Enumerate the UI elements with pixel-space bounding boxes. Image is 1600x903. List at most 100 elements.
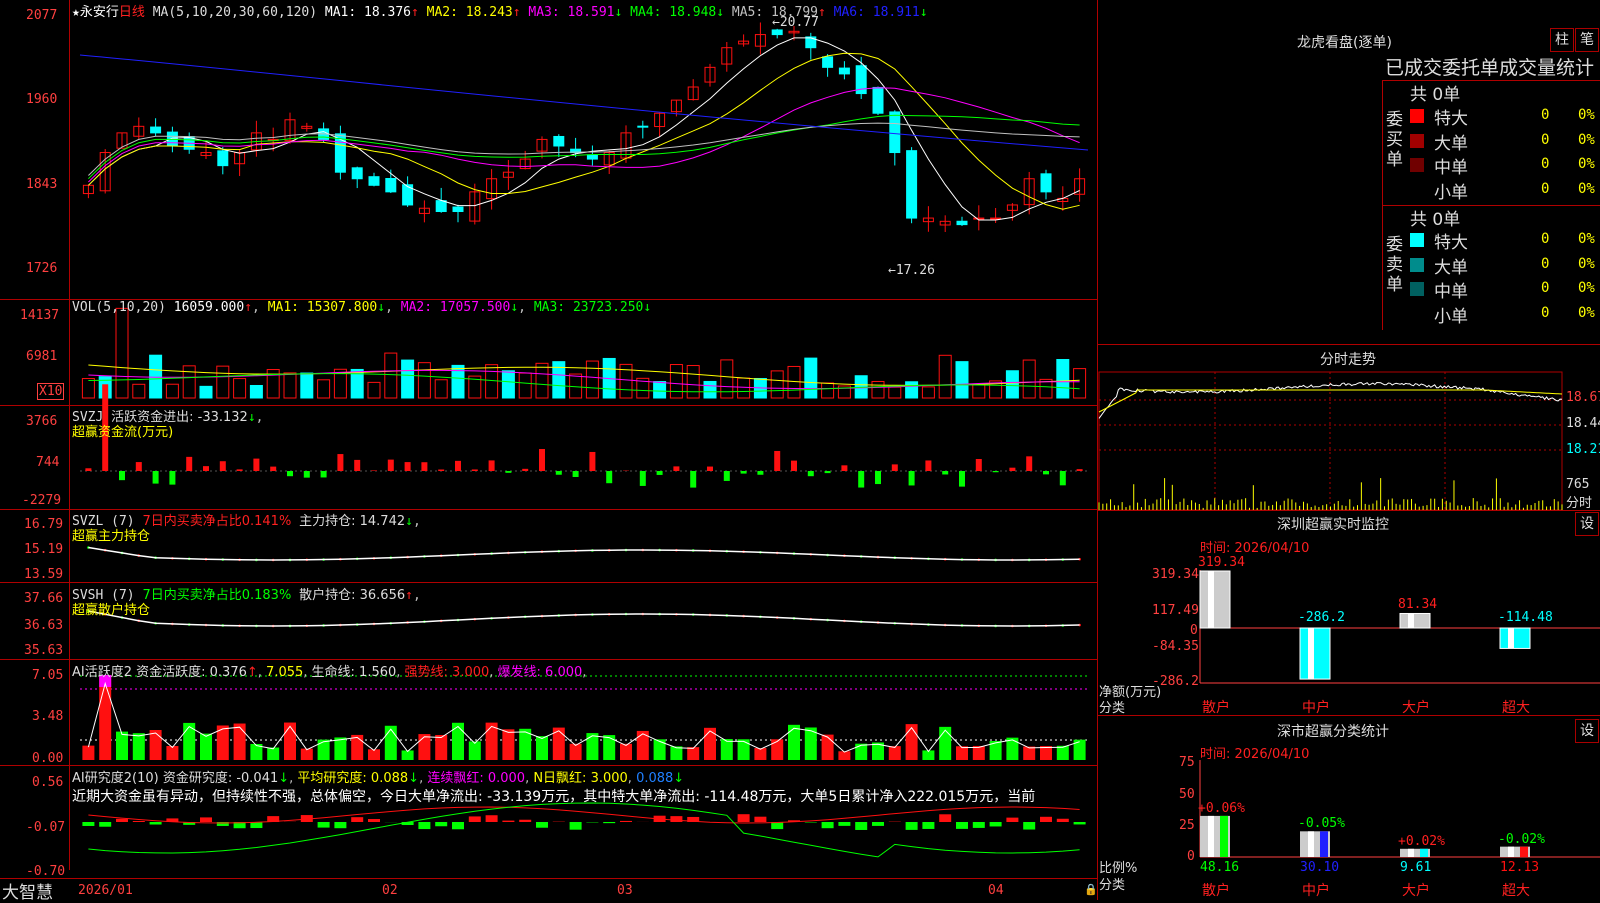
svsh-line: [87, 610, 1081, 628]
star-icon[interactable]: ★: [72, 5, 80, 20]
svzj-bar: [657, 471, 663, 475]
ai-active-ytick: 7.05: [32, 668, 63, 683]
svzl-line: [87, 546, 1081, 561]
svzj-bar: [1077, 469, 1083, 471]
buy-row-pct: 0%: [1578, 156, 1595, 172]
sz-monitor-bar-label: -286.2: [1298, 610, 1345, 625]
ai-research-bar: [200, 817, 212, 822]
ai-research-ytick: 0.56: [32, 775, 63, 790]
volume-bar: [502, 371, 514, 398]
sz-monitor-bar-highlight: [1508, 628, 1514, 648]
sz-class-category: 散户: [1202, 880, 1230, 900]
lhb-title: 龙虎看盘(逐单): [1297, 32, 1392, 52]
ai-research-value: 资金研究度: -0.041: [163, 771, 278, 786]
volume-bar: [536, 363, 548, 398]
sz-monitor-ytick: 117.49: [1152, 603, 1199, 618]
ai-active-bar: [452, 723, 464, 760]
sz-class-bar-accent: [1420, 849, 1428, 857]
ai-research-bar: [435, 822, 447, 826]
x-axis-label: 02: [382, 883, 398, 898]
ai-research-bar: [368, 819, 380, 822]
sz-monitor-bar-label: 81.34: [1398, 597, 1437, 612]
sz-class-ytick: 25: [1179, 818, 1195, 833]
ai-active-bar: [82, 746, 94, 760]
ma4-value: MA4: 18.948: [630, 5, 716, 20]
candle-body: [151, 127, 161, 133]
stock-name: 永安行: [80, 5, 119, 20]
intraday-vol-label: 765: [1566, 477, 1589, 492]
svzj-bar: [841, 465, 847, 471]
svzj-bar: [959, 471, 965, 487]
ma5-arrow: ↑: [818, 5, 826, 20]
sz-monitor-bar: [1300, 628, 1330, 679]
lock-icon[interactable]: 🔒: [1084, 883, 1098, 896]
bar-mode-button[interactable]: 柱: [1550, 28, 1574, 52]
ai-active-bar: [133, 733, 145, 760]
buy-swatch: [1410, 158, 1424, 172]
volume-bar: [670, 365, 682, 398]
svzj-bar: [1009, 468, 1015, 471]
ai-active-bar: [586, 733, 598, 760]
ai-research-bar: [1006, 818, 1018, 822]
volume-ma-line: [88, 365, 1079, 385]
vol-ma1-arrow: ↓: [377, 300, 385, 315]
intraday-ytick: 18.67: [1566, 390, 1600, 405]
volume-bar: [1074, 369, 1086, 398]
vol-ma1: MA1: 15307.800: [268, 300, 378, 315]
svzj-bar: [85, 468, 91, 471]
ai-research-bar: [990, 822, 1002, 826]
ai-active-bar: [771, 739, 783, 760]
vol-ytick: 14137: [20, 308, 59, 323]
svzj-bar: [337, 454, 343, 471]
ai-research-bar: [469, 816, 481, 822]
ai-active-bar: [687, 747, 699, 760]
sz-class-bar-highlight: [1208, 816, 1214, 857]
sz-class-category: 大户: [1402, 880, 1430, 900]
ai-active-bar: [284, 723, 296, 760]
ai-research-bar: [351, 817, 363, 822]
candle-body: [1041, 174, 1051, 192]
ai-research-bar: [738, 814, 750, 822]
ai-active-bar: [1040, 746, 1052, 760]
ai-active-bars: [80, 675, 1088, 760]
volume-bar: [250, 385, 262, 398]
period-label[interactable]: 日线: [119, 5, 145, 20]
ai-research-bar: [334, 822, 346, 828]
ai-research-bar: [1057, 819, 1069, 822]
sell-swatch: [1410, 258, 1424, 272]
svzj-bar: [522, 469, 528, 471]
svzj-bar: [169, 471, 175, 485]
tick-mode-button[interactable]: 笔: [1575, 28, 1599, 52]
svzj-bar: [220, 461, 226, 471]
svsh-line: [88, 611, 1079, 626]
svsh-arrow: ↑: [405, 588, 413, 603]
buy-row-pct: 0%: [1578, 132, 1595, 148]
ai-active-bar: [166, 746, 178, 760]
sz-class-ytick: 75: [1179, 755, 1195, 770]
sz-monitor-settings-button[interactable]: 设: [1575, 512, 1599, 536]
ma6-arrow: ↓: [920, 5, 928, 20]
intraday-title: 分时走势: [1320, 349, 1376, 369]
volume-bar: [486, 365, 498, 398]
candle-body: [772, 30, 782, 35]
sell-row-pct: 0%: [1578, 305, 1595, 321]
sz-class-settings-button[interactable]: 设: [1575, 719, 1599, 743]
ai-research-bar: [872, 822, 884, 826]
kline-chart-area[interactable]: [0, 0, 1600, 900]
x-axis-label: 03: [617, 883, 633, 898]
low-price-label: ←17.26: [888, 263, 935, 278]
ai-active-bar: [318, 740, 330, 760]
svzj-arrow: ↓: [248, 410, 256, 425]
volume-bar: [166, 384, 178, 398]
volume-bar: [1006, 371, 1018, 398]
svzl-ytick: 13.59: [24, 567, 63, 582]
ai-active-bar: [418, 734, 430, 760]
ma-line: [88, 53, 1079, 209]
svzj-bar: [119, 471, 125, 480]
ai-research-bar: [956, 822, 968, 829]
intraday-unit: 分时: [1566, 492, 1592, 511]
sz-monitor-bar-highlight: [1308, 628, 1314, 679]
ai-active-bar: [738, 739, 750, 760]
buy-row-count: 0: [1541, 132, 1549, 148]
svsh-value: 散户持仓: 36.656: [299, 588, 405, 603]
